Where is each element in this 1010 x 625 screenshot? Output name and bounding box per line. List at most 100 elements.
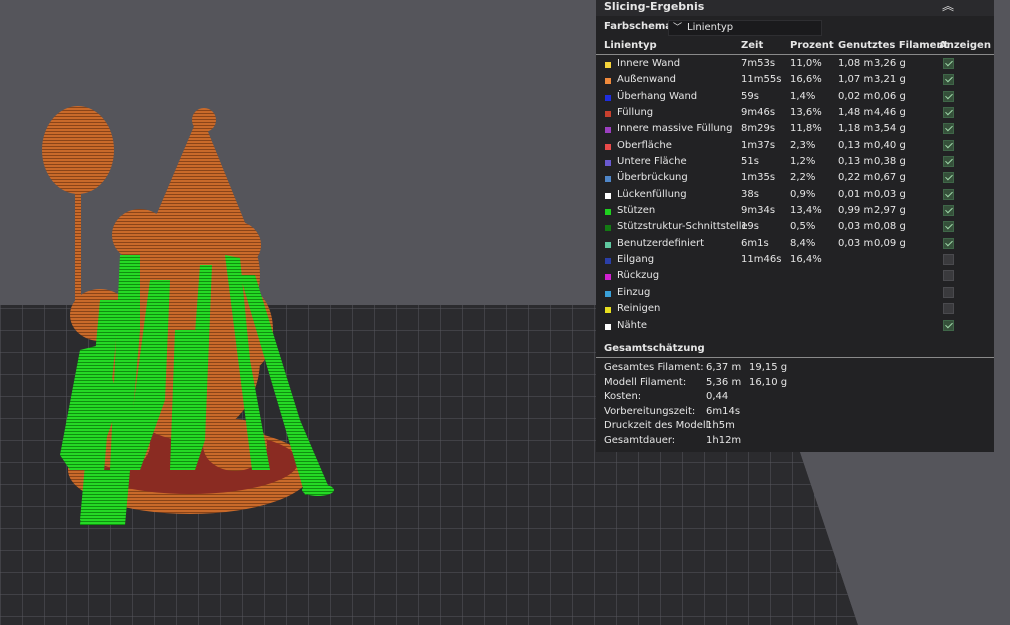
table-row: Innere Wand 7m53s 11,0% 1,08 m 3,26 g <box>596 56 994 72</box>
percent-value: 0,5% <box>790 221 816 233</box>
line-type-label: Stützstruktur-Schnittstelle <box>617 221 748 233</box>
summary-value: 6m14s <box>706 405 741 417</box>
summary-list: Gesamtes Filament: 6,37 m 19,15 g Modell Fi… <box>596 361 994 449</box>
panel-title: Slicing-Ergebnis <box>604 0 705 13</box>
filament-length: 0,13 m <box>838 156 874 168</box>
show-checkbox[interactable] <box>943 319 954 331</box>
summary-divider <box>596 357 994 358</box>
filament-length: 1,48 m <box>838 107 874 119</box>
column-filament: Genutztes Filament <box>838 40 949 51</box>
filament-weight: 0,03 g <box>874 188 906 200</box>
legend-table-header: Linientyp Zeit Prozent Genutztes Filamen… <box>596 38 994 55</box>
line-type-label: Untere Fläche <box>617 156 687 168</box>
column-time: Zeit <box>741 40 764 51</box>
summary-key: Kosten: <box>604 391 642 403</box>
table-row: Benutzerdefiniert 6m1s 8,4% 0,03 m 0,09 g <box>596 236 994 252</box>
summary-value: 5,36 m <box>706 376 742 388</box>
show-checkbox[interactable] <box>943 188 954 200</box>
show-checkbox[interactable] <box>943 254 954 266</box>
line-type-label: Eilgang <box>617 254 655 266</box>
filament-length: 0,03 m <box>838 221 874 233</box>
time-value: 8m29s <box>741 123 776 135</box>
color-swatch <box>605 111 611 118</box>
time-value: 11m46s <box>741 254 782 266</box>
show-checkbox[interactable] <box>943 58 954 69</box>
time-value: 11m55s <box>741 74 782 86</box>
filament-length: 1,07 m <box>838 74 874 86</box>
percent-value: 2,2% <box>790 172 816 184</box>
percent-value: 8,4% <box>790 237 816 249</box>
table-row: Einzug <box>596 285 994 301</box>
color-swatch <box>605 323 611 330</box>
line-type-label: Einzug <box>617 286 651 298</box>
filament-weight: 0,08 g <box>874 221 906 233</box>
line-type-label: Überbrückung <box>617 172 688 184</box>
line-type-label: Außenwand <box>617 74 676 86</box>
filament-length: 0,03 m <box>838 237 874 249</box>
filament-weight: 0,09 g <box>874 237 906 249</box>
show-checkbox[interactable] <box>943 172 954 184</box>
filament-length: 0,99 m <box>838 205 874 217</box>
summary-row: Druckzeit des Modell: 1h5m <box>596 419 994 434</box>
show-checkbox[interactable] <box>943 139 954 151</box>
show-checkbox[interactable] <box>943 74 954 86</box>
show-checkbox[interactable] <box>943 205 954 217</box>
show-checkbox[interactable] <box>943 221 954 233</box>
summary-value-secondary: 19,15 g <box>749 362 788 373</box>
time-value: 1m37s <box>741 139 776 151</box>
table-row: Eilgang 11m46s 16,4% <box>596 252 994 268</box>
show-checkbox[interactable] <box>943 107 954 119</box>
summary-value: 1h5m <box>706 420 735 432</box>
line-type-label: Stützen <box>617 205 656 217</box>
panel-header[interactable]: Slicing-Ergebnis ︽ <box>596 0 994 16</box>
color-swatch <box>605 209 611 216</box>
filament-weight: 0,06 g <box>874 90 906 102</box>
filament-weight: 3,54 g <box>874 123 906 135</box>
line-type-label: Nähte <box>617 319 648 331</box>
filament-length: 0,22 m <box>838 172 874 184</box>
show-checkbox[interactable] <box>943 286 954 298</box>
percent-value: 1,4% <box>790 90 816 102</box>
table-row: Untere Fläche 51s 1,2% 0,13 m 0,38 g <box>596 154 994 170</box>
chevron-up-double-icon[interactable]: ︽ <box>942 0 954 12</box>
percent-value: 16,6% <box>790 74 822 86</box>
table-row: Überbrückung 1m35s 2,2% 0,22 m 0,67 g <box>596 170 994 186</box>
summary-value: 6,37 m <box>706 362 742 373</box>
filament-length: 0,13 m <box>838 139 874 151</box>
summary-value-secondary: 16,10 g <box>749 376 788 388</box>
color-scheme-select[interactable]: ﹀ Linientyp <box>668 20 822 36</box>
summary-row: Gesamtdauer: 1h12m <box>596 434 994 449</box>
time-value: 38s <box>741 188 759 200</box>
show-checkbox[interactable] <box>943 156 954 168</box>
show-checkbox[interactable] <box>943 237 954 249</box>
percent-value: 0,9% <box>790 188 816 200</box>
summary-row: Modell Filament: 5,36 m 16,10 g <box>596 376 994 391</box>
summary-key: Gesamtdauer: <box>604 434 676 446</box>
filament-weight: 3,26 g <box>874 58 906 69</box>
time-value: 9m46s <box>741 107 776 119</box>
show-checkbox[interactable] <box>943 90 954 102</box>
summary-row: Kosten: 0,44 <box>596 390 994 405</box>
show-checkbox[interactable] <box>943 123 954 135</box>
table-row: Füllung 9m46s 13,6% 1,48 m 4,46 g <box>596 105 994 121</box>
legend-table-body: Innere Wand 7m53s 11,0% 1,08 m 3,26 g Außenwa… <box>596 56 994 334</box>
percent-value: 16,4% <box>790 254 822 266</box>
filament-weight: 2,97 g <box>874 205 906 217</box>
color-swatch <box>605 258 611 265</box>
filament-weight: 0,40 g <box>874 139 906 151</box>
line-type-label: Rückzug <box>617 270 660 282</box>
color-swatch <box>605 274 611 281</box>
color-swatch <box>605 290 611 297</box>
line-type-label: Innere massive Füllung <box>617 123 733 135</box>
color-swatch <box>605 307 611 314</box>
summary-key: Vorbereitungszeit: <box>604 405 696 417</box>
summary-key: Druckzeit des Modell: <box>604 420 712 432</box>
percent-value: 11,8% <box>790 123 822 135</box>
show-checkbox[interactable] <box>943 303 954 315</box>
filament-length: 1,18 m <box>838 123 874 135</box>
table-row: Innere massive Füllung 8m29s 11,8% 1,18 m 3,… <box>596 121 994 137</box>
time-value: 6m1s <box>741 237 769 249</box>
color-swatch <box>605 62 611 68</box>
show-checkbox[interactable] <box>943 270 954 282</box>
summary-row: Vorbereitungszeit: 6m14s <box>596 405 994 420</box>
